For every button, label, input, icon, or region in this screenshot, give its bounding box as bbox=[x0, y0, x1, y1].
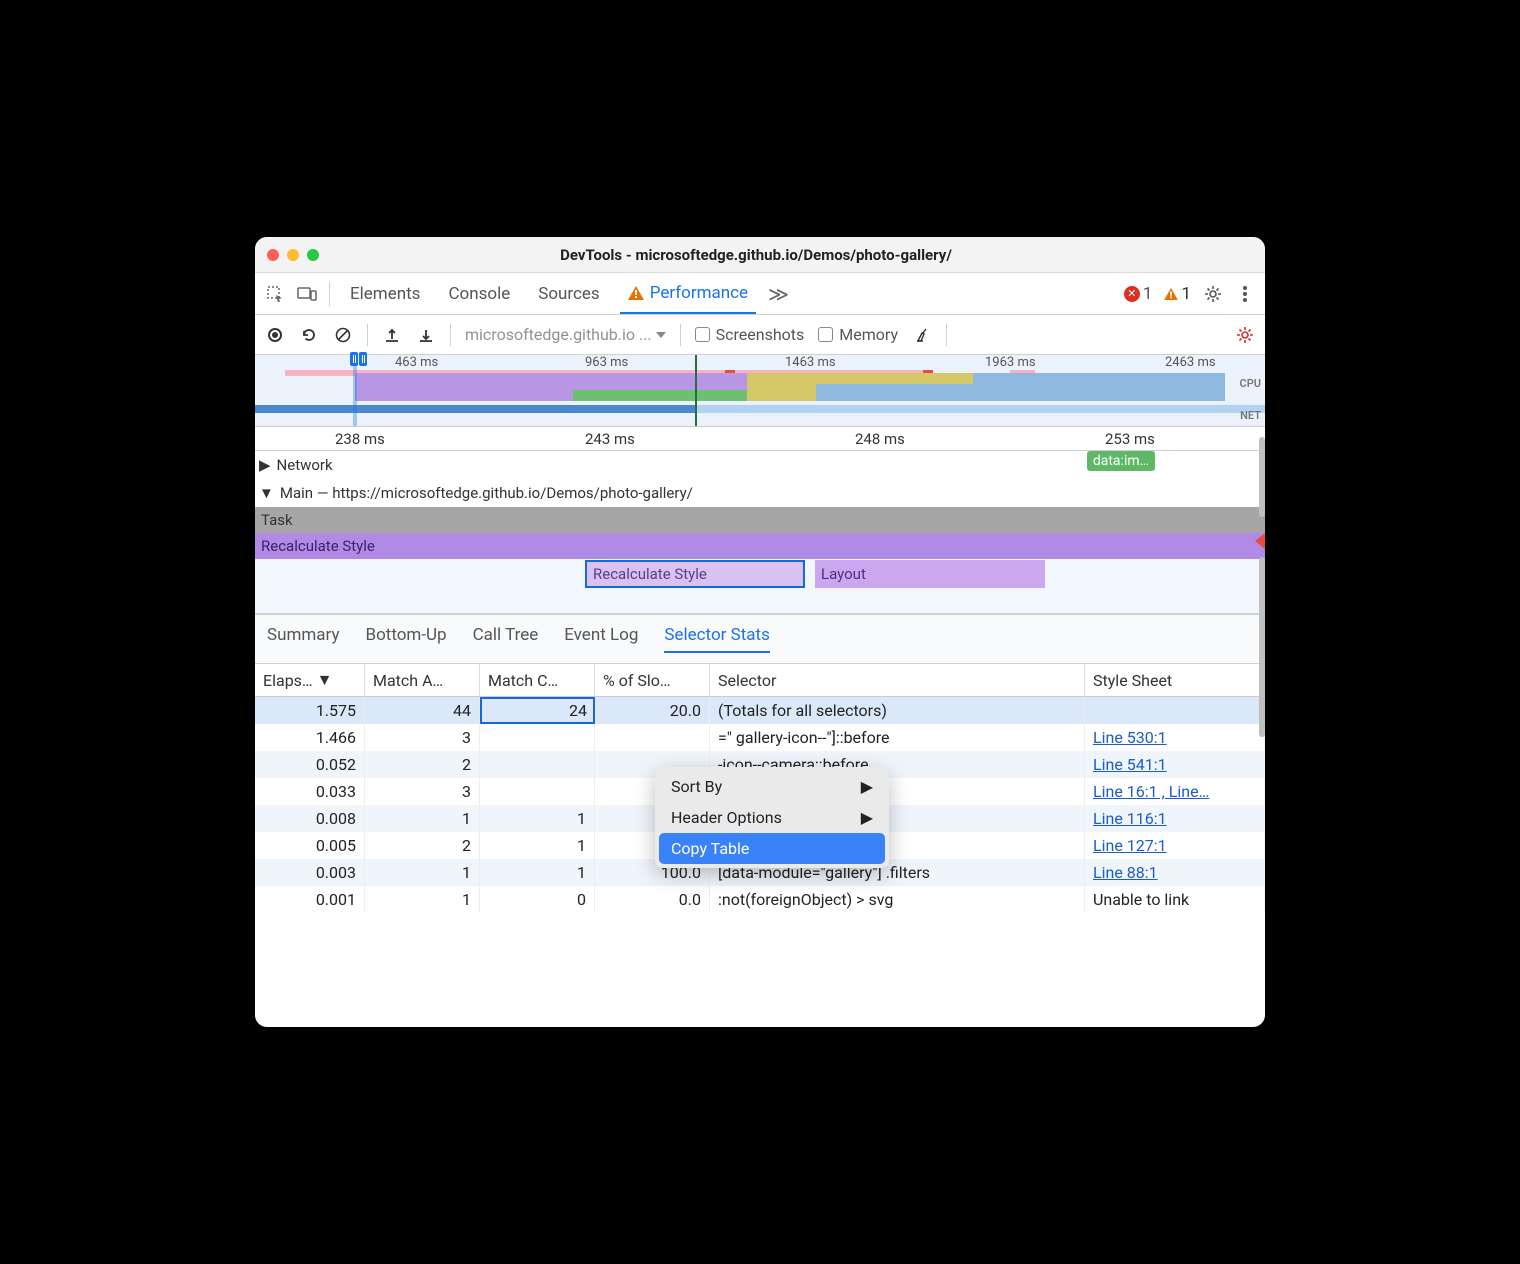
tab-elements[interactable]: Elements bbox=[342, 273, 428, 314]
window-controls bbox=[267, 249, 319, 261]
download-icon[interactable] bbox=[416, 325, 436, 345]
tab-bottom-up[interactable]: Bottom-Up bbox=[365, 625, 446, 653]
window-title: DevTools - microsoftedge.github.io/Demos… bbox=[327, 246, 1185, 264]
table-row[interactable]: 1.575442420.0(Totals for all selectors) bbox=[255, 697, 1265, 724]
menu-sort-by[interactable]: Sort By▶ bbox=[659, 771, 885, 802]
performance-toolbar: microsoftedge.github.io ... Screenshots … bbox=[255, 315, 1265, 355]
selector-table-header: Elaps…▼ Match A… Match C… % of Slo… Sele… bbox=[255, 664, 1265, 697]
stylesheet-link[interactable]: Line 530:1 bbox=[1093, 728, 1167, 747]
more-tabs-chevron[interactable]: ≫ bbox=[768, 282, 789, 306]
overview-minimap[interactable]: 463 ms 963 ms 1463 ms 1963 ms 2463 ms CP… bbox=[255, 355, 1265, 427]
overview-tick: 2463 ms bbox=[1165, 355, 1216, 370]
warning-icon bbox=[628, 286, 644, 300]
submenu-caret-icon: ▶ bbox=[861, 808, 873, 827]
collapse-caret-icon[interactable]: ▼ bbox=[259, 484, 274, 502]
zoom-window-button[interactable] bbox=[307, 249, 319, 261]
error-badge[interactable]: ✕1 bbox=[1124, 284, 1153, 304]
inspect-icon[interactable] bbox=[265, 284, 285, 304]
tab-console[interactable]: Console bbox=[440, 273, 518, 314]
network-track[interactable]: ▶ Network data:im… bbox=[255, 451, 1265, 479]
tab-sources[interactable]: Sources bbox=[530, 273, 607, 314]
menu-header-options[interactable]: Header Options▶ bbox=[659, 802, 885, 833]
col-elapsed[interactable]: Elaps…▼ bbox=[255, 664, 365, 696]
warning-badge[interactable]: 1 bbox=[1164, 284, 1191, 304]
col-match-attempts[interactable]: Match A… bbox=[365, 664, 480, 696]
expand-caret-icon[interactable]: ▶ bbox=[259, 456, 271, 474]
clear-icon[interactable] bbox=[333, 325, 353, 345]
screenshots-checkbox[interactable]: Screenshots bbox=[695, 325, 805, 344]
net-label: NET bbox=[1240, 409, 1261, 422]
tab-summary[interactable]: Summary bbox=[267, 625, 339, 653]
overview-tick: 1463 ms bbox=[785, 355, 836, 370]
col-pct-slow[interactable]: % of Slo… bbox=[595, 664, 710, 696]
brush-handle-left[interactable] bbox=[350, 352, 358, 366]
overview-tick: 963 ms bbox=[585, 355, 628, 370]
main-track[interactable]: ▼ Main — https://microsoftedge.github.io… bbox=[255, 479, 1265, 507]
tab-call-tree[interactable]: Call Tree bbox=[473, 625, 539, 653]
tab-performance[interactable]: Performance bbox=[620, 273, 756, 314]
col-selector[interactable]: Selector bbox=[710, 664, 1085, 696]
timeline-tracks: ▶ Network data:im… ▼ Main — https://micr… bbox=[255, 451, 1265, 613]
settings-gear-icon[interactable] bbox=[1203, 284, 1223, 304]
profile-selector[interactable]: microsoftedge.github.io ... bbox=[465, 325, 666, 344]
stylesheet-link[interactable]: Line 88:1 bbox=[1093, 863, 1158, 882]
overview-tick: 463 ms bbox=[395, 355, 438, 370]
sort-desc-icon: ▼ bbox=[317, 670, 333, 690]
recalculate-style-bar[interactable]: Recalculate Style bbox=[255, 533, 1265, 559]
table-row[interactable]: 0.001100.0:not(foreignObject) > svgUnabl… bbox=[255, 886, 1265, 913]
overview-tick: 1963 ms bbox=[985, 355, 1036, 370]
stylesheet-link[interactable]: Line 16:1 , Line… bbox=[1093, 782, 1209, 801]
menu-copy-table[interactable]: Copy Table bbox=[659, 833, 885, 864]
stylesheet-link[interactable]: Line 541:1 bbox=[1093, 755, 1167, 774]
timeline-ruler[interactable]: 238 ms 243 ms 248 ms 253 ms bbox=[255, 427, 1265, 451]
col-match-count[interactable]: Match C… bbox=[480, 664, 595, 696]
devtools-tabbar: Elements Console Sources Performance ≫ ✕… bbox=[255, 273, 1265, 315]
scrollbar-thumb[interactable] bbox=[1259, 437, 1265, 517]
kebab-menu-icon[interactable] bbox=[1235, 284, 1255, 304]
record-icon[interactable] bbox=[265, 325, 285, 345]
task-bar[interactable]: Task bbox=[255, 507, 1265, 533]
device-icon[interactable] bbox=[297, 284, 317, 304]
close-window-button[interactable] bbox=[267, 249, 279, 261]
scrollbar-thumb[interactable] bbox=[1259, 557, 1265, 737]
col-stylesheet[interactable]: Style Sheet bbox=[1085, 664, 1265, 696]
gc-broom-icon[interactable] bbox=[912, 325, 932, 345]
table-context-menu: Sort By▶ Header Options▶ Copy Table bbox=[655, 767, 889, 868]
memory-checkbox[interactable]: Memory bbox=[818, 325, 898, 344]
tab-event-log[interactable]: Event Log bbox=[564, 625, 638, 653]
devtools-window: DevTools - microsoftedge.github.io/Demos… bbox=[255, 237, 1265, 1027]
capture-settings-gear-icon[interactable] bbox=[1235, 325, 1255, 345]
reload-icon[interactable] bbox=[299, 325, 319, 345]
table-row[interactable]: 1.4663=" gallery-icon--"]::beforeLine 53… bbox=[255, 724, 1265, 751]
network-resource-chip[interactable]: data:im… bbox=[1087, 451, 1155, 471]
submenu-caret-icon: ▶ bbox=[861, 777, 873, 796]
titlebar: DevTools - microsoftedge.github.io/Demos… bbox=[255, 237, 1265, 273]
stylesheet-link[interactable]: Line 127:1 bbox=[1093, 836, 1167, 855]
layout-bar[interactable]: Layout bbox=[815, 560, 1045, 588]
tab-selector-stats[interactable]: Selector Stats bbox=[664, 625, 769, 653]
minimize-window-button[interactable] bbox=[287, 249, 299, 261]
marker-icon bbox=[1255, 533, 1265, 549]
details-tabbar: Summary Bottom-Up Call Tree Event Log Se… bbox=[255, 613, 1265, 664]
recalculate-style-selected[interactable]: Recalculate Style bbox=[585, 560, 805, 588]
upload-icon[interactable] bbox=[382, 325, 402, 345]
brush-handle-right[interactable] bbox=[359, 352, 367, 366]
stylesheet-link[interactable]: Line 116:1 bbox=[1093, 809, 1167, 828]
cpu-label: CPU bbox=[1240, 377, 1261, 390]
